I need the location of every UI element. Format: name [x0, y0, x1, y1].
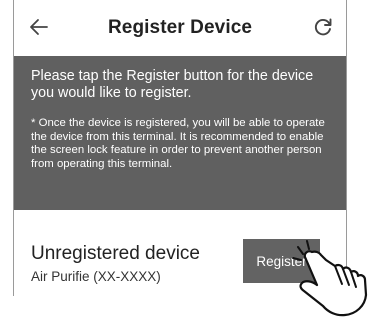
header-bar: Register Device	[14, 0, 346, 56]
instruction-text: Please tap the Register button for the d…	[31, 68, 314, 101]
hand-pointer-icon	[292, 240, 368, 317]
info-panel: Please tap the Register button for the d…	[14, 56, 346, 210]
device-name: Unregistered device	[31, 243, 200, 264]
device-model: Air Purifie (XX-XXXX)	[31, 269, 161, 284]
security-note: * Once the device is registered, you wil…	[31, 117, 325, 170]
page-title: Register Device	[107, 17, 253, 38]
refresh-icon[interactable]	[312, 16, 334, 38]
